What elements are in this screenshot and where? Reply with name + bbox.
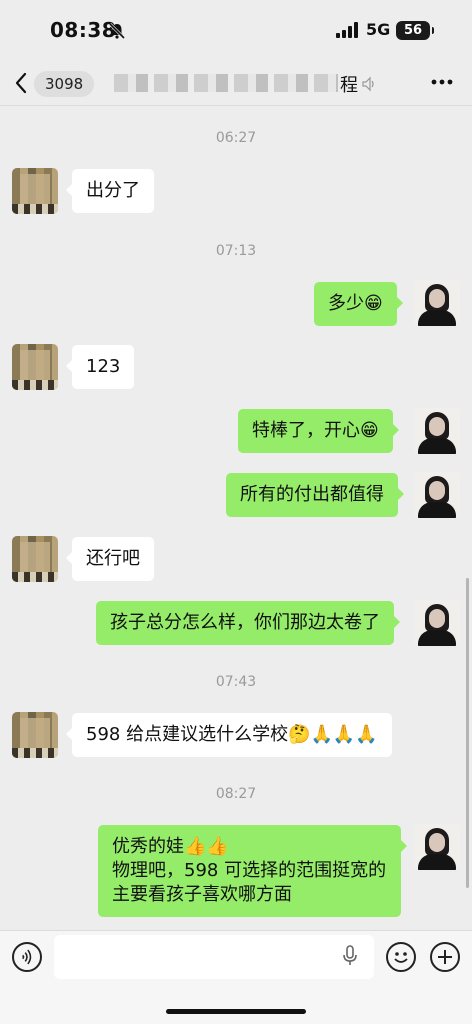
contact-avatar[interactable] (12, 344, 58, 390)
timestamp: 08:27 (215, 786, 257, 802)
network-type: 5G (366, 20, 391, 39)
received-message[interactable]: 598 给点建议选什么学校🤔🙏🙏🙏 (66, 713, 392, 757)
message-input[interactable] (54, 935, 374, 979)
status-time: 08:38 (50, 18, 117, 42)
my-avatar[interactable] (414, 408, 460, 454)
message-list[interactable]: 06:27 出分了 07:13 多少😁 123 特棒了，开心😁 所有的付出都值得… (0, 106, 472, 930)
emoji-button[interactable] (386, 942, 416, 972)
signal-icon (336, 22, 358, 38)
unread-count-badge[interactable]: 3098 (34, 71, 95, 97)
message-line: 物理吧，598 可选择的范围挺宽的 (112, 860, 387, 881)
chevron-left-icon[interactable] (14, 72, 28, 94)
message-line: 主要看孩子喜欢哪方面 (112, 884, 292, 905)
mic-icon[interactable] (342, 945, 358, 967)
scrollbar[interactable] (466, 578, 469, 888)
plus-button[interactable] (430, 942, 460, 972)
input-bar (0, 930, 472, 1024)
received-message[interactable]: 出分了 (66, 169, 154, 213)
timestamp: 07:43 (215, 674, 257, 690)
contact-avatar[interactable] (12, 712, 58, 758)
chat-title: 程 (340, 75, 358, 96)
timestamp: 07:13 (215, 243, 257, 259)
contact-avatar[interactable] (12, 168, 58, 214)
emoji-icon (394, 952, 408, 963)
mute-icon (362, 76, 374, 92)
sent-message[interactable]: 特棒了，开心😁 (238, 409, 399, 453)
sent-message[interactable]: 孩子总分怎么样，你们那边太卷了 (96, 601, 400, 645)
sent-message-multiline[interactable]: 优秀的娃👍👍 物理吧，598 可选择的范围挺宽的 主要看孩子喜欢哪方面 (98, 825, 407, 917)
chat-header: 3098 程 (0, 62, 472, 106)
received-message[interactable]: 123 (65, 345, 135, 389)
battery-indicator: 56 (396, 21, 434, 40)
message-line: 优秀的娃👍👍 (112, 836, 229, 857)
contact-avatar[interactable] (12, 536, 58, 582)
voice-icon (22, 949, 32, 965)
my-avatar[interactable] (414, 472, 460, 518)
sent-message[interactable]: 多少😁 (314, 282, 403, 326)
sent-message[interactable]: 所有的付出都值得 (226, 473, 404, 517)
timestamp: 06:27 (215, 130, 257, 146)
home-indicator[interactable] (166, 1009, 306, 1014)
plus-icon (438, 950, 452, 964)
bell-off-icon (108, 22, 126, 40)
my-avatar[interactable] (414, 280, 460, 326)
voice-button[interactable] (12, 942, 42, 972)
blurred-chat-title (114, 74, 338, 92)
my-avatar[interactable] (414, 600, 460, 646)
received-message[interactable]: 还行吧 (66, 537, 154, 581)
status-bar: 08:38 5G 56 (0, 0, 472, 62)
my-avatar[interactable] (414, 824, 460, 870)
more-icon[interactable] (430, 76, 454, 88)
